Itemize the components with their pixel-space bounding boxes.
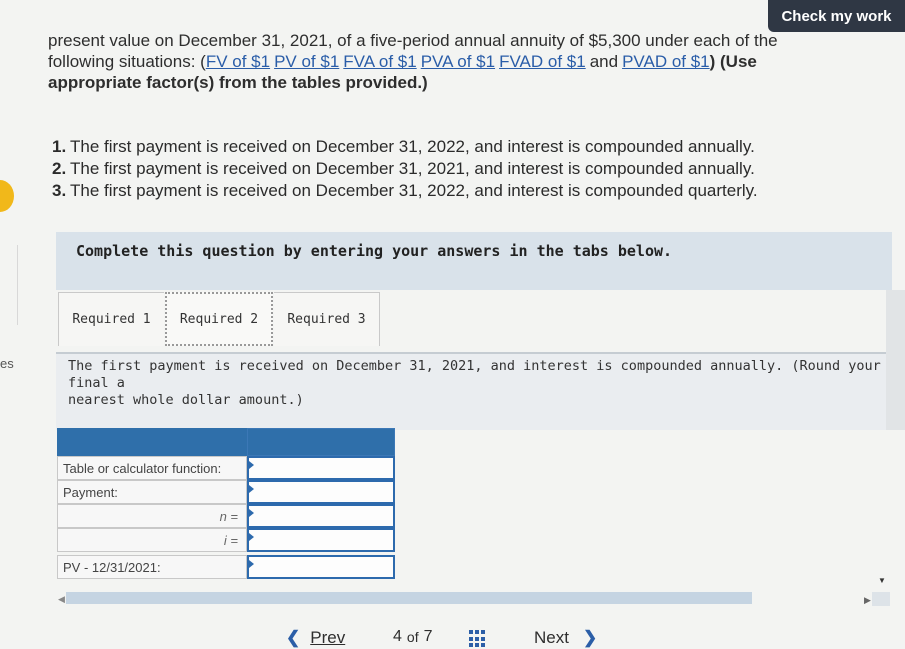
right-scroll-region	[886, 290, 905, 430]
scrollbar-track-end	[872, 592, 890, 606]
requirement-item: 3. The first payment is received on Decem…	[52, 181, 758, 200]
question-intro: present value on December 31, 2021, of a…	[48, 30, 848, 93]
pv-input[interactable]	[247, 555, 395, 579]
chevron-left-icon: ❮	[286, 628, 301, 647]
left-edge-label: es	[0, 356, 14, 371]
table-header-value-col	[247, 428, 395, 456]
tab-panel-instructions: The first payment is received on Decembe…	[68, 358, 881, 408]
intro-line-2: following situations: (FV of $1 PV of $1 F…	[48, 51, 848, 72]
intro-suffix: ) (Use	[709, 52, 757, 71]
requirement-item: 1. The first payment is received on Decem…	[52, 137, 755, 156]
left-edge-marker	[0, 180, 14, 212]
link-fv-of-1[interactable]: FV of $1	[206, 52, 270, 71]
requirement-item: 2. The first payment is received on Decem…	[52, 159, 755, 178]
table-header-label-col	[57, 428, 247, 456]
intro-conj: and	[589, 52, 619, 71]
table-row-label: n =	[57, 504, 247, 528]
tab-required-1[interactable]: Required 1	[58, 292, 164, 346]
left-edge-panel	[0, 245, 18, 325]
scroll-right-icon[interactable]: ▶	[864, 595, 871, 606]
link-fva-of-1[interactable]: FVA of $1	[343, 52, 416, 71]
chevron-right-icon: ❯	[582, 628, 598, 647]
page-of-label: of	[406, 629, 419, 645]
grid-menu-icon[interactable]	[469, 630, 487, 648]
scroll-left-icon[interactable]: ◀	[58, 594, 65, 605]
link-pvad-of-1[interactable]: PVAD of $1	[622, 52, 710, 71]
table-row-label: PV - 12/31/2021:	[57, 555, 247, 579]
table-row-label: Table or calculator function:	[57, 456, 247, 480]
caret-down-icon: ▼	[878, 576, 886, 585]
table-row-label: i =	[57, 528, 247, 552]
table-row-label: Payment:	[57, 480, 247, 504]
link-pv-of-1[interactable]: PV of $1	[274, 52, 339, 71]
instruction-text: Complete this question by entering your …	[76, 242, 673, 260]
intro-prefix: following situations: (	[48, 52, 206, 71]
horizontal-scrollbar[interactable]	[66, 592, 752, 604]
next-label: Next	[534, 628, 569, 647]
prev-button[interactable]: ❮ Prev	[286, 628, 345, 648]
intro-line-3: appropriate factor(s) from the tables pr…	[48, 73, 428, 92]
check-my-work-button[interactable]: Check my work	[768, 0, 905, 32]
n-input[interactable]	[247, 504, 395, 528]
link-pva-of-1[interactable]: PVA of $1	[421, 52, 495, 71]
requirements-list: 1. The first payment is received on Decem…	[52, 136, 758, 202]
i-input[interactable]	[247, 528, 395, 552]
page-indicator: 4 of 7	[393, 628, 433, 646]
tab-required-3[interactable]: Required 3	[274, 292, 380, 346]
next-button[interactable]: Next ❯	[534, 628, 597, 648]
function-input[interactable]	[247, 456, 395, 480]
current-page: 4	[393, 628, 402, 645]
intro-line-1: present value on December 31, 2021, of a…	[48, 31, 778, 50]
prev-label: Prev	[310, 628, 346, 647]
tab-required-2[interactable]: Required 2	[165, 292, 273, 346]
payment-input[interactable]	[247, 480, 395, 504]
link-fvad-of-1[interactable]: FVAD of $1	[499, 52, 586, 71]
total-pages: 7	[423, 628, 433, 645]
